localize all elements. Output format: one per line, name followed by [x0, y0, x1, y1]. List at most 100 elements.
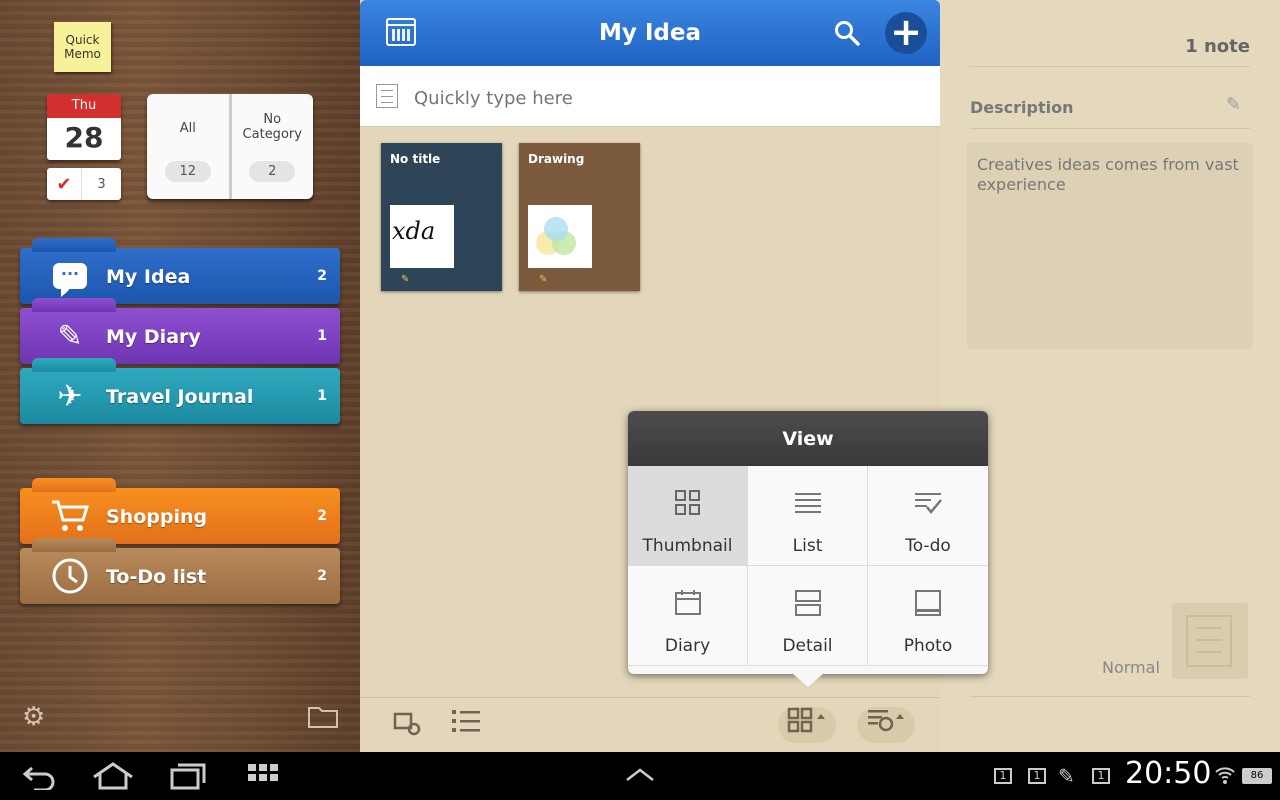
view-mode-button[interactable]	[778, 707, 836, 743]
all-notes-count: 12	[164, 161, 211, 182]
quick-entry-bar	[360, 66, 940, 127]
view-option-thumbnail[interactable]: Thumbnail	[628, 466, 748, 566]
category-todo-list[interactable]: To-Do list 2	[20, 538, 340, 604]
view-option-detail[interactable]: Detail	[748, 566, 868, 666]
category-settings-icon[interactable]	[392, 708, 422, 744]
todo-check-icon	[915, 490, 942, 516]
recent-apps-icon[interactable]	[170, 762, 206, 790]
note-title: Drawing	[528, 152, 585, 166]
view-option-label: To-do	[905, 536, 951, 556]
battery-icon: 86	[1242, 768, 1272, 784]
photo-frame-icon	[915, 590, 941, 616]
quick-type-input[interactable]	[412, 80, 916, 116]
airplane-icon: ✈	[57, 378, 83, 414]
category-shopping[interactable]: Shopping 2	[20, 478, 340, 544]
folder-icon[interactable]	[308, 704, 338, 735]
notification-icon: 1	[1028, 768, 1046, 784]
note-style-icon[interactable]	[1172, 603, 1248, 679]
pencil-icon: ✎	[539, 274, 548, 285]
quick-memo-label: Quick Memo	[64, 33, 101, 61]
view-option-todo[interactable]: To-do	[868, 466, 988, 566]
all-notes-label: All	[179, 121, 196, 136]
notebook-widget: All 12 No Category 2	[147, 94, 313, 199]
category-sidebar: Quick Memo Thu 28 ✔ 3 All 12 No Category…	[0, 0, 360, 752]
back-icon[interactable]	[22, 762, 56, 792]
handwriting-preview: xda	[392, 217, 435, 245]
category-my-diary[interactable]: ✎ My Diary 1	[20, 298, 340, 364]
note-count: 1 note	[1185, 36, 1250, 57]
status-clock: 20:50	[1125, 756, 1212, 791]
category-count: 2	[317, 268, 327, 284]
category-count: 1	[317, 328, 327, 344]
calendar-day: Thu	[47, 94, 121, 118]
view-options-grid: Thumbnail List To-do Diary Detail Photo	[628, 466, 988, 666]
view-popup: View Thumbnail List To-do Diary Detail P…	[628, 411, 988, 687]
thumbnail-grid-icon	[675, 490, 701, 516]
add-note-button[interactable]: +	[885, 12, 927, 54]
search-icon[interactable]	[834, 20, 860, 46]
divider	[970, 66, 1250, 67]
notes-bottom-bar	[360, 697, 940, 753]
category-label: Travel Journal	[106, 386, 254, 408]
popup-pointer	[792, 673, 824, 687]
divider	[970, 696, 1250, 697]
edit-pencil-icon[interactable]: ✎	[1226, 94, 1241, 115]
settings-gear-icon[interactable]: ⚙	[22, 702, 45, 732]
notification-icon: 1	[1092, 768, 1110, 784]
note-thumbnail[interactable]: Drawing ✎	[519, 143, 640, 291]
view-option-diary[interactable]: Diary	[628, 566, 748, 666]
clock-icon	[48, 554, 92, 598]
sort-button[interactable]	[857, 707, 915, 743]
no-category-label: No Category	[242, 112, 302, 142]
view-option-label: Detail	[782, 636, 833, 656]
app-drawer-icon[interactable]	[248, 762, 280, 790]
todo-widget[interactable]: ✔ 3	[47, 168, 121, 200]
calendar-widget[interactable]: Thu 28	[47, 94, 121, 160]
view-popup-title: View	[628, 411, 988, 466]
description-text: Creatives ideas comes from vast experien…	[977, 155, 1239, 194]
list-menu-icon[interactable]	[452, 708, 480, 740]
system-navigation-bar: 1 1 ✎ 1 20:50 86	[0, 752, 1280, 800]
category-count: 2	[317, 508, 327, 524]
checkmark-icon: ✔	[47, 168, 82, 200]
view-option-photo[interactable]: Photo	[868, 566, 988, 666]
app-header: My Idea +	[360, 0, 940, 66]
diary-calendar-icon	[675, 590, 701, 616]
pen-notification-icon: ✎	[1058, 764, 1075, 788]
note-preview-image: xda	[390, 205, 454, 268]
category-label: Shopping	[106, 506, 208, 528]
description-label: Description	[970, 98, 1074, 117]
wifi-icon	[1214, 764, 1236, 790]
description-field[interactable]: Creatives ideas comes from vast experien…	[967, 143, 1253, 349]
view-option-label: Diary	[664, 636, 711, 656]
no-category-page[interactable]: No Category 2	[232, 94, 314, 199]
category-count: 2	[317, 568, 327, 584]
note-preview-image	[528, 205, 592, 268]
pencil-icon: ✎	[401, 274, 410, 285]
chat-bubble-icon: ···	[48, 254, 92, 298]
shopping-cart-icon	[48, 494, 92, 538]
notification-icon: 1	[994, 768, 1012, 784]
chevron-up-icon[interactable]	[624, 762, 656, 790]
category-my-idea[interactable]: ··· My Idea 2	[20, 238, 340, 304]
no-category-count: 2	[249, 161, 296, 182]
note-title: No title	[390, 152, 441, 166]
home-icon[interactable]	[92, 762, 134, 790]
note-template-icon[interactable]	[376, 84, 398, 108]
category-count: 1	[317, 388, 327, 404]
detail-panel: 1 note Description ✎ Creatives ideas com…	[940, 0, 1280, 752]
note-thumbnail[interactable]: No title xda ✎	[381, 143, 502, 291]
divider	[970, 128, 1250, 129]
category-travel-journal[interactable]: ✈ Travel Journal 1	[20, 358, 340, 424]
quick-memo-widget[interactable]: Quick Memo	[54, 22, 111, 72]
category-label: To-Do list	[106, 566, 207, 588]
view-option-list[interactable]: List	[748, 466, 868, 566]
view-option-label: List	[792, 536, 823, 556]
calendar-date: 28	[64, 121, 104, 154]
list-icon	[795, 490, 821, 516]
detail-rows-icon	[795, 590, 821, 616]
todo-count: 3	[97, 176, 106, 192]
all-notes-page[interactable]: All 12	[147, 94, 232, 199]
category-label: My Diary	[106, 326, 201, 348]
category-label: My Idea	[106, 266, 191, 288]
